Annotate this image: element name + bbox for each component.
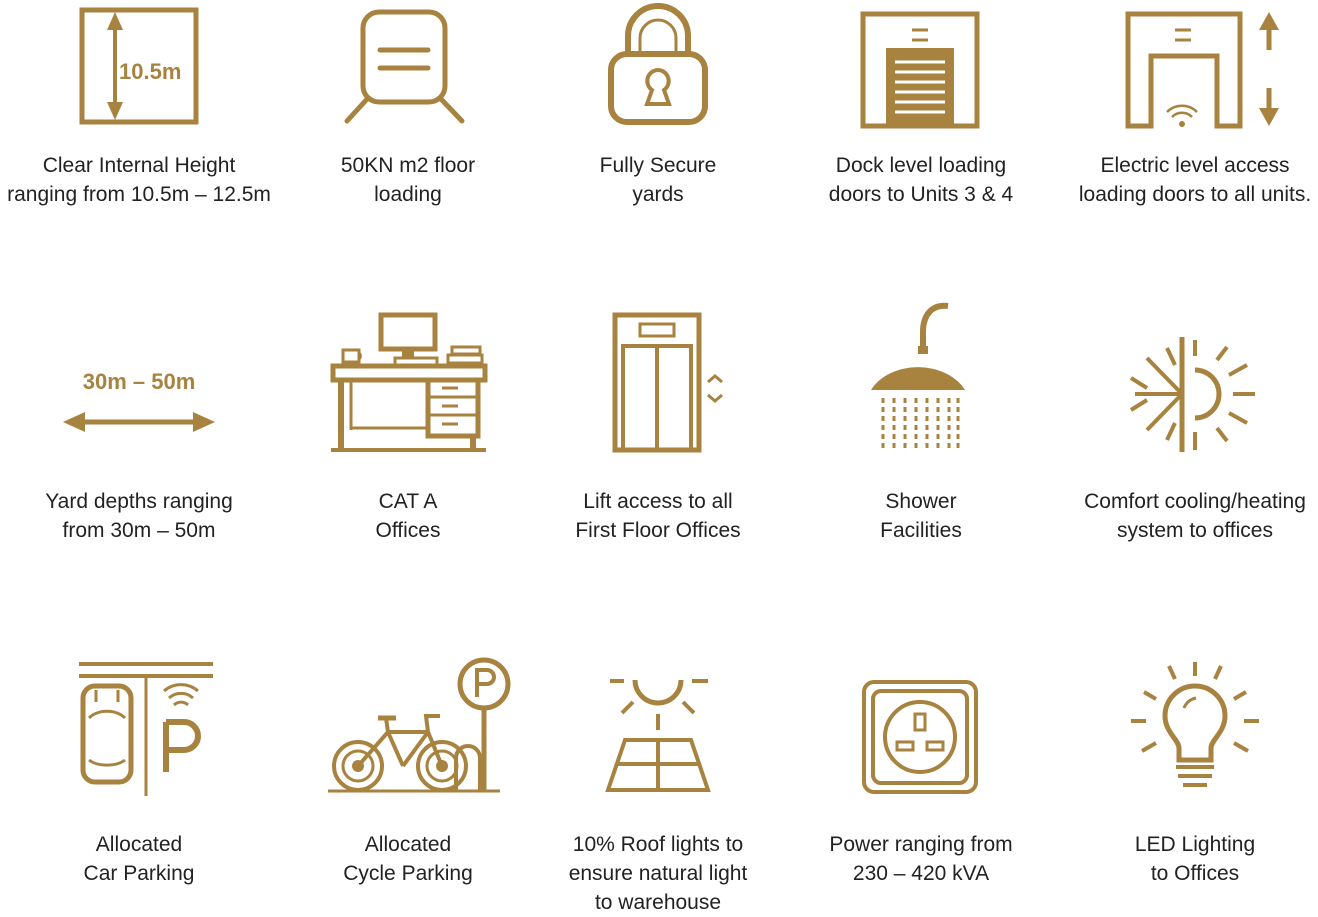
ceiling-height-value: 10.5m bbox=[119, 59, 181, 84]
dock-door-icon bbox=[761, 0, 1081, 140]
feature-label: Power ranging from 230 – 420 kVA bbox=[829, 833, 1013, 885]
heating-cooling-icon bbox=[1035, 300, 1318, 452]
feature-label: Dock level loading doors to Units 3 & 4 bbox=[828, 154, 1014, 206]
electric-door-icon bbox=[1035, 0, 1318, 140]
feature-label: Electric level access loading doors to a… bbox=[1078, 154, 1312, 206]
light-bulb-icon bbox=[1035, 650, 1318, 790]
feature-label: Comfort cooling/heating system to office… bbox=[1084, 490, 1306, 542]
feature-label: LED Lighting to Offices bbox=[1134, 833, 1256, 885]
power-socket-icon bbox=[761, 650, 1081, 794]
yard-depth-value: 30m – 50m bbox=[83, 369, 196, 394]
feature-label: Shower Facilities bbox=[880, 490, 962, 542]
shower-icon bbox=[761, 300, 1081, 452]
